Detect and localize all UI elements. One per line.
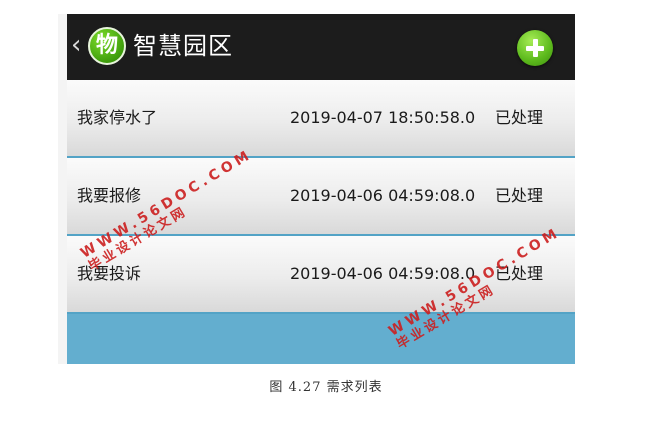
request-title: 我要报修	[77, 186, 142, 205]
list-item[interactable]: 我要投诉 2019-04-06 04:59:08.0 已处理	[67, 236, 575, 314]
request-time: 2019-04-06 04:59:08.0	[290, 186, 476, 205]
app-screenshot: ‹ 物 智慧园区 我家停水了 2019-04-07 18:50:58.0 已处理…	[67, 14, 575, 364]
chevron-left-icon[interactable]: ‹	[71, 30, 81, 60]
request-status: 已处理	[495, 186, 544, 205]
logo-char: 物	[95, 33, 118, 58]
add-request-button[interactable]	[517, 30, 553, 66]
app-logo: 物	[88, 27, 126, 65]
app-title: 智慧园区	[133, 32, 233, 60]
title-bar: ‹ 物 智慧园区	[67, 14, 575, 80]
list-item[interactable]: 我要报修 2019-04-06 04:59:08.0 已处理	[67, 158, 575, 236]
request-title: 我家停水了	[77, 108, 158, 127]
figure-caption: 图 4.27 需求列表	[269, 380, 383, 395]
list-item[interactable]: 我家停水了 2019-04-07 18:50:58.0 已处理	[67, 80, 575, 158]
request-status: 已处理	[495, 108, 544, 127]
request-time: 2019-04-06 04:59:08.0	[290, 264, 476, 283]
document-page: ‹ 物 智慧园区 我家停水了 2019-04-07 18:50:58.0 已处理…	[0, 0, 652, 433]
request-time: 2019-04-07 18:50:58.0	[290, 108, 476, 127]
window-edge	[58, 14, 67, 364]
request-list: 我家停水了 2019-04-07 18:50:58.0 已处理 我要报修 201…	[67, 80, 575, 314]
request-status: 已处理	[495, 264, 544, 283]
request-title: 我要投诉	[77, 264, 142, 283]
